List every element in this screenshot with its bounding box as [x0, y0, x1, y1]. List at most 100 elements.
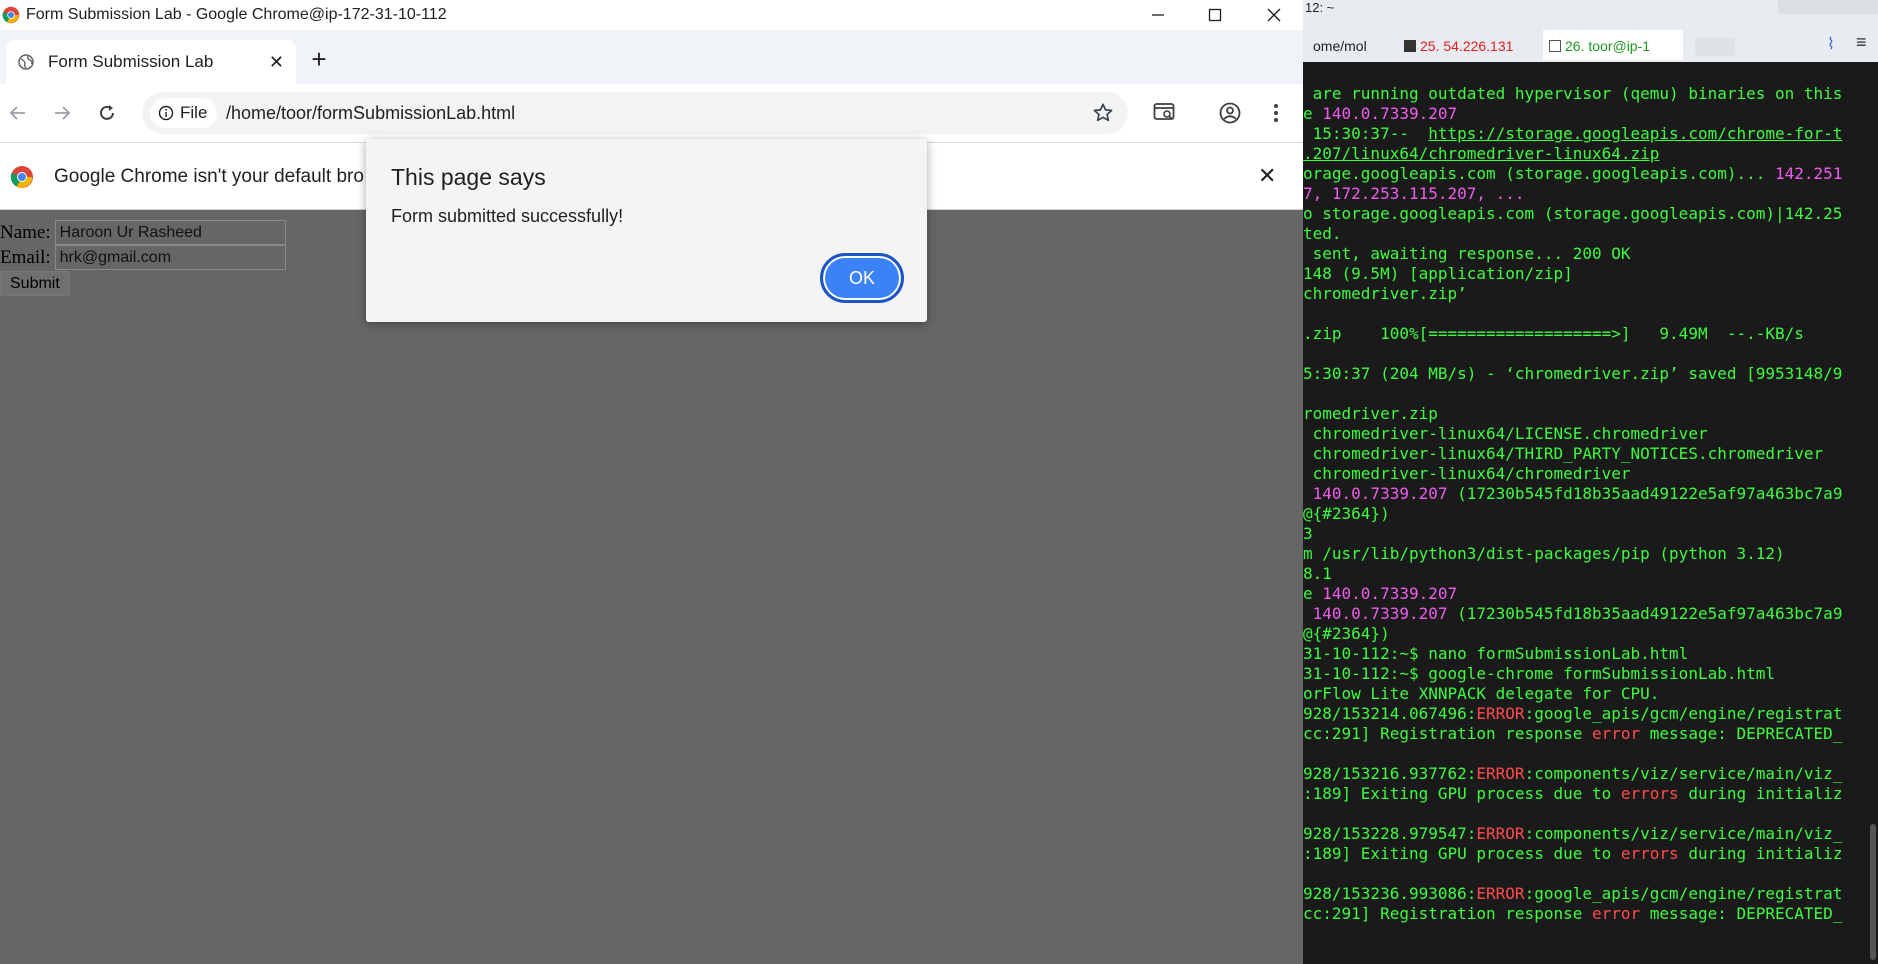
- terminal-line: 8.1: [1303, 564, 1878, 584]
- terminal-text: :components/viz/service/main/viz_: [1524, 824, 1843, 843]
- terminal-text: ERROR: [1476, 884, 1525, 903]
- minimize-button[interactable]: [1128, 0, 1188, 30]
- terminal-line: orFlow Lite XNNPACK delegate for CPU.: [1303, 684, 1878, 704]
- back-button[interactable]: [3, 98, 33, 128]
- new-tab-button[interactable]: +: [308, 42, 330, 76]
- tab-search-button[interactable]: [1150, 98, 1180, 128]
- terminal-text: sent, awaiting response... 200 OK: [1303, 244, 1631, 263]
- email-input[interactable]: [54, 245, 286, 270]
- terminal-line: e 140.0.7339.207: [1303, 584, 1878, 604]
- terminal-text: 928/153216.937762:: [1303, 764, 1477, 783]
- close-window-button[interactable]: [1244, 0, 1303, 30]
- terminal-line: orage.googleapis.com (storage.googleapis…: [1303, 164, 1878, 184]
- terminal-line: 3: [1303, 524, 1878, 544]
- paperclip-icon[interactable]: ⌇: [1827, 34, 1835, 54]
- terminal-text: chromedriver-linux64/THIRD_PARTY_NOTICES…: [1303, 444, 1824, 463]
- terminal-line: 148 (9.5M) [application/zip]: [1303, 264, 1878, 284]
- terminal-text: 5:30:37 (204 MB/s) - ‘chromedriver.zip’ …: [1303, 364, 1843, 383]
- terminal-text: chromedriver-linux64/chromedriver: [1303, 464, 1631, 483]
- terminal-text: 31-10-112:~$ google-chrome formSubmissio…: [1303, 664, 1776, 683]
- terminal-text: (17230b545fd18b35aad49122e5af97a463bc7a9: [1447, 484, 1843, 503]
- tab-search-icon: [1153, 103, 1175, 120]
- maximize-icon: [1208, 8, 1222, 22]
- terminal-tab-2[interactable]: 25. 54.226.131: [1398, 30, 1533, 60]
- address-bar[interactable]: File /home/toor/formSubmissionLab.html: [142, 92, 1128, 134]
- terminal-line: o storage.googleapis.com (storage.google…: [1303, 204, 1878, 224]
- terminal-text: .207/linux64/chromedriver-linux64.zip: [1303, 144, 1660, 163]
- terminal-line: 15:30:37-- https://storage.googleapis.co…: [1303, 124, 1878, 144]
- tab-form-submission-lab[interactable]: Form Submission Lab ✕: [6, 40, 296, 84]
- bookmark-star-icon[interactable]: [1092, 102, 1114, 124]
- terminal-text: 140.0.7339.207: [1322, 584, 1458, 603]
- terminal-line: .zip 100%[===================>] 9.49M --…: [1303, 324, 1878, 344]
- terminal-line: ted.: [1303, 224, 1878, 244]
- terminal-text: 140.0.7339.207: [1303, 604, 1448, 623]
- terminal-text: message: DEPRECATED_: [1640, 904, 1843, 923]
- terminal-line: m /usr/lib/python3/dist-packages/pip (py…: [1303, 544, 1878, 564]
- forward-button[interactable]: [47, 98, 77, 128]
- menu-button[interactable]: [1261, 98, 1291, 128]
- terminal-text: chromedriver.zip’: [1303, 284, 1467, 303]
- globe-icon: [18, 54, 34, 70]
- terminal-window-controls[interactable]: [1778, 0, 1878, 14]
- terminal-text: cc:291] Registration response: [1303, 724, 1592, 743]
- terminal-line: 31-10-112:~$ google-chrome formSubmissio…: [1303, 664, 1878, 684]
- terminal-line: romedriver.zip: [1303, 404, 1878, 424]
- site-chip-label: File: [180, 103, 208, 122]
- terminal-text: 31-10-112:~$ nano formSubmissionLab.html: [1303, 644, 1689, 663]
- chrome-logo-icon: [10, 166, 33, 188]
- terminal-tab-3[interactable]: 26. toor@ip-1: [1543, 30, 1683, 60]
- tab-close-icon[interactable]: ✕: [269, 52, 284, 73]
- terminal-scrollbar[interactable]: [1870, 824, 1876, 960]
- back-arrow-icon: [9, 106, 25, 120]
- email-row: Email:: [0, 245, 286, 270]
- reload-button[interactable]: [92, 98, 122, 128]
- terminal-line: 7, 172.253.115.207, ...: [1303, 184, 1878, 204]
- kebab-menu-icon: [1274, 104, 1278, 122]
- terminal-line: 928/153216.937762:ERROR:components/viz/s…: [1303, 764, 1878, 784]
- terminal-line: chromedriver.zip’: [1303, 284, 1878, 304]
- alert-dialog: This page says Form submitted successful…: [366, 139, 927, 322]
- url-text[interactable]: /home/toor/formSubmissionLab.html: [226, 103, 515, 124]
- submit-button[interactable]: Submit: [0, 271, 70, 296]
- tab-strip: Form Submission Lab ✕ +: [0, 30, 1303, 84]
- terminal-text: 140.0.7339.207: [1303, 484, 1448, 503]
- chrome-logo-icon: [2, 6, 20, 24]
- name-input[interactable]: [54, 220, 286, 245]
- terminal-text: @{#2364}): [1303, 504, 1390, 523]
- maximize-button[interactable]: [1185, 0, 1245, 30]
- terminal-text: 142.251: [1775, 164, 1843, 183]
- terminal-line: :189] Exiting GPU process due to errors …: [1303, 844, 1878, 864]
- terminal-text: .zip 100%[===================>] 9.49M --…: [1303, 324, 1804, 343]
- reload-icon: [100, 105, 114, 120]
- minimize-icon: [1152, 14, 1164, 16]
- info-icon: [158, 105, 174, 121]
- infobar-close-icon[interactable]: ✕: [1258, 163, 1276, 189]
- alert-ok-button[interactable]: OK: [820, 253, 904, 303]
- profile-button[interactable]: [1215, 98, 1245, 128]
- ssh-icon: [1404, 40, 1416, 52]
- chrome-window: Form Submission Lab - Google Chrome@ip-1…: [0, 0, 1303, 964]
- name-row: Name:: [0, 220, 286, 245]
- terminal-line: are running outdated hypervisor (qemu) b…: [1303, 84, 1878, 104]
- site-info-chip[interactable]: File: [150, 98, 218, 128]
- hamburger-icon[interactable]: ≡: [1856, 32, 1867, 53]
- terminal-text: 140.0.7339.207: [1322, 104, 1458, 123]
- terminal-tab-1[interactable]: ome/mol: [1303, 30, 1393, 60]
- email-label: Email:: [0, 246, 51, 268]
- close-icon: [1267, 8, 1281, 22]
- terminal-line: 5:30:37 (204 MB/s) - ‘chromedriver.zip’ …: [1303, 364, 1878, 384]
- terminal-line: cc:291] Registration response error mess…: [1303, 724, 1878, 744]
- terminal-output[interactable]: are running outdated hypervisor (qemu) b…: [1303, 84, 1878, 924]
- terminal-line: chromedriver-linux64/chromedriver: [1303, 464, 1878, 484]
- new-session-button[interactable]: [1695, 38, 1735, 56]
- window-title: Form Submission Lab - Google Chrome@ip-1…: [26, 6, 447, 23]
- terminal-text: ERROR: [1476, 704, 1525, 723]
- terminal-text: e: [1303, 584, 1323, 603]
- terminal-text: m /usr/lib/python3/dist-packages/pip (py…: [1303, 544, 1785, 563]
- terminal-text: ted.: [1303, 224, 1342, 243]
- terminal-text: :google_apis/gcm/engine/registrat: [1524, 704, 1843, 723]
